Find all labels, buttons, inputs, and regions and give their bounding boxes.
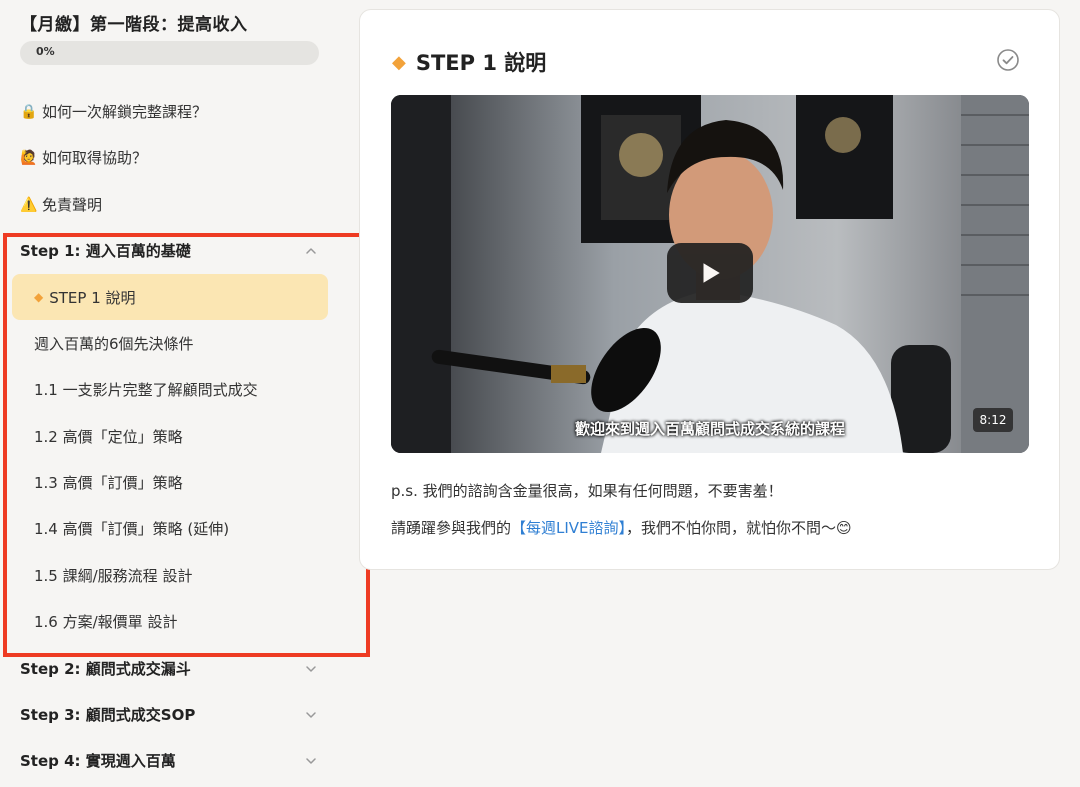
warning-icon: ⚠️	[20, 196, 38, 213]
diamond-icon: ◆	[392, 51, 406, 73]
page-title: ◆ STEP 1 說明	[392, 47, 546, 77]
lock-icon: 🔒	[20, 103, 38, 120]
lesson-1-6[interactable]: 1.6 方案/報價單 設計	[12, 598, 328, 644]
lesson-label: 週入百萬的6個先決條件	[34, 334, 194, 353]
video-duration: 8:12	[973, 408, 1013, 432]
progress-label: 0%	[36, 45, 55, 58]
lesson-label: 1.4 高價「訂價」策略 (延伸)	[34, 519, 230, 538]
video-player[interactable]: 歡迎來到週入百萬顧問式成交系統的課程 8:12	[391, 95, 1029, 453]
lesson-label: 1.2 高價「定位」策略	[34, 427, 183, 446]
disclaimer-link[interactable]: ⚠️ 免責聲明	[20, 194, 102, 215]
lesson-label: STEP 1 說明	[49, 288, 136, 307]
section-title: Step 2: 顧問式成交漏斗	[20, 659, 191, 678]
raising-hand-icon: 🙋	[20, 149, 38, 166]
chevron-down-icon[interactable]	[304, 661, 318, 675]
info-link-label: 如何一次解鎖完整課程？	[42, 103, 208, 121]
lesson-label: 1.1 一支影片完整了解顧問式成交	[34, 380, 258, 399]
info-link-label: 如何取得協助？	[42, 149, 148, 167]
weekly-live-consult-link[interactable]: 【每週LIVE諮詢】	[511, 519, 626, 537]
video-caption: 歡迎來到週入百萬顧問式成交系統的課程	[574, 420, 845, 438]
lesson-label: 1.3 高價「訂價」策略	[34, 473, 183, 492]
lesson-step1-intro[interactable]: ◆ STEP 1 說明	[12, 274, 328, 320]
lesson-label: 1.5 課綱/服務流程 設計	[34, 566, 193, 585]
section-title: Step 3: 顧問式成交SOP	[20, 705, 196, 724]
lesson-1-5[interactable]: 1.5 課綱/服務流程 設計	[12, 552, 328, 598]
get-help-link[interactable]: 🙋 如何取得協助？	[20, 147, 147, 168]
unlock-course-link[interactable]: 🔒 如何一次解鎖完整課程？	[20, 101, 207, 122]
play-icon	[703, 263, 720, 283]
lesson-1-1[interactable]: 1.1 一支影片完整了解顧問式成交	[12, 366, 328, 412]
page-title-text: STEP 1 說明	[415, 51, 547, 75]
progress-bar: 0%	[20, 41, 319, 65]
play-button[interactable]	[667, 243, 753, 303]
lesson-label: 1.6 方案/報價單 設計	[34, 612, 178, 631]
chevron-down-icon[interactable]	[304, 753, 318, 767]
invite-paragraph: 請踴躍參與我們的【每週LIVE諮詢】，我們不怕你問，就怕你不問～😊	[391, 517, 852, 538]
note-paragraph: p.s. 我們的諮詢含金量很高，如果有任何問題，不要害羞！	[391, 482, 783, 500]
complete-check-icon[interactable]	[996, 48, 1020, 72]
lesson-prerequisites[interactable]: 週入百萬的6個先決條件	[12, 320, 328, 366]
lesson-1-4[interactable]: 1.4 高價「訂價」策略 (延伸)	[12, 505, 328, 551]
invite-text: 請踴躍參與我們的	[391, 519, 512, 537]
section-step-4-header[interactable]: Step 4: 實現週入百萬	[20, 747, 318, 773]
invite-text-end: ，我們不怕你問，就怕你不問～😊	[626, 519, 852, 537]
section-step-3-header[interactable]: Step 3: 顧問式成交SOP	[20, 701, 318, 727]
section-step-2-header[interactable]: Step 2: 顧問式成交漏斗	[20, 655, 318, 681]
info-link-label: 免責聲明	[42, 196, 103, 214]
chevron-down-icon[interactable]	[304, 707, 318, 721]
section-step-1-header[interactable]: Step 1: 週入百萬的基礎	[20, 237, 318, 263]
course-sidebar: 【月繳】第一階段：提高收入 0% 🔒 如何一次解鎖完整課程？ 🙋 如何取得協助？…	[0, 0, 370, 787]
lesson-1-3[interactable]: 1.3 高價「訂價」策略	[12, 459, 328, 505]
section-title: Step 4: 實現週入百萬	[20, 751, 176, 770]
diamond-icon: ◆	[34, 290, 44, 304]
lesson-content-card: ◆ STEP 1 說明 歡迎來到週入百萬顧問式成交系統的課程 8:12 p.s.…	[359, 9, 1060, 570]
chevron-up-icon[interactable]	[304, 243, 318, 257]
course-title: 【月繳】第一階段：提高收入	[20, 15, 248, 35]
lesson-1-2[interactable]: 1.2 高價「定位」策略	[12, 413, 328, 459]
section-title: Step 1: 週入百萬的基礎	[20, 241, 191, 260]
